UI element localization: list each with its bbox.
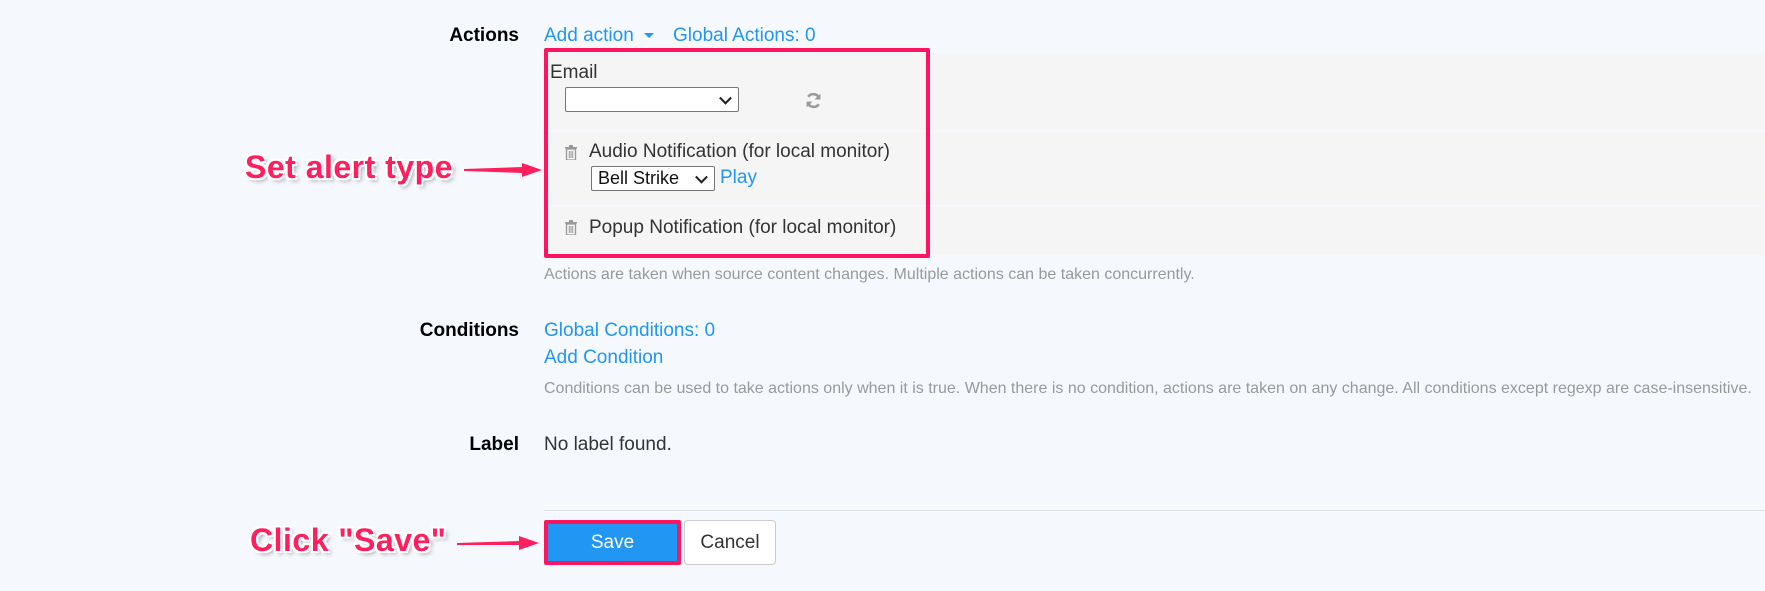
trash-icon[interactable] xyxy=(565,145,577,160)
arrow-right-icon xyxy=(464,163,542,177)
refresh-icon[interactable] xyxy=(805,92,822,109)
footer-divider xyxy=(544,510,1765,511)
caret-down-icon xyxy=(644,33,655,39)
action-item-email: Email xyxy=(544,53,1765,130)
add-action-label: Add action xyxy=(544,25,634,46)
action-item-popup: Popup Notification (for local monitor) xyxy=(544,207,1765,255)
conditions-help-text: Conditions can be used to take actions o… xyxy=(544,380,1752,397)
add-action-dropdown[interactable]: Add action xyxy=(544,25,655,47)
global-actions-link[interactable]: Global Actions: 0 xyxy=(673,25,816,47)
label-value: No label found. xyxy=(544,434,672,455)
popup-action-title: Popup Notification (for local monitor) xyxy=(589,217,897,238)
sound-select[interactable]: Bell Strike xyxy=(591,166,715,191)
label-label: Label xyxy=(469,434,519,455)
global-conditions-link[interactable]: Global Conditions: 0 xyxy=(544,320,715,342)
arrow-right-icon xyxy=(457,536,539,550)
cancel-button[interactable]: Cancel xyxy=(684,520,776,565)
annotation-set-alert-type: Set alert type xyxy=(245,149,453,185)
save-button[interactable]: Save xyxy=(548,524,677,561)
audio-action-title: Audio Notification (for local monitor) xyxy=(589,141,890,162)
email-recipient-select[interactable] xyxy=(565,87,739,112)
add-condition-link[interactable]: Add Condition xyxy=(544,347,663,369)
play-link[interactable]: Play xyxy=(720,167,757,189)
action-item-audio: Audio Notification (for local monitor) B… xyxy=(544,132,1765,205)
actions-help-text: Actions are taken when source content ch… xyxy=(544,266,1195,283)
trash-icon[interactable] xyxy=(565,220,577,235)
email-action-title: Email xyxy=(550,62,598,83)
actions-label: Actions xyxy=(449,25,519,46)
sound-select-value: Bell Strike xyxy=(598,168,680,188)
annotation-click-save: Click "Save" xyxy=(250,522,447,558)
chevron-down-icon xyxy=(695,170,708,184)
chevron-down-icon xyxy=(719,91,732,105)
conditions-label: Conditions xyxy=(419,320,519,341)
